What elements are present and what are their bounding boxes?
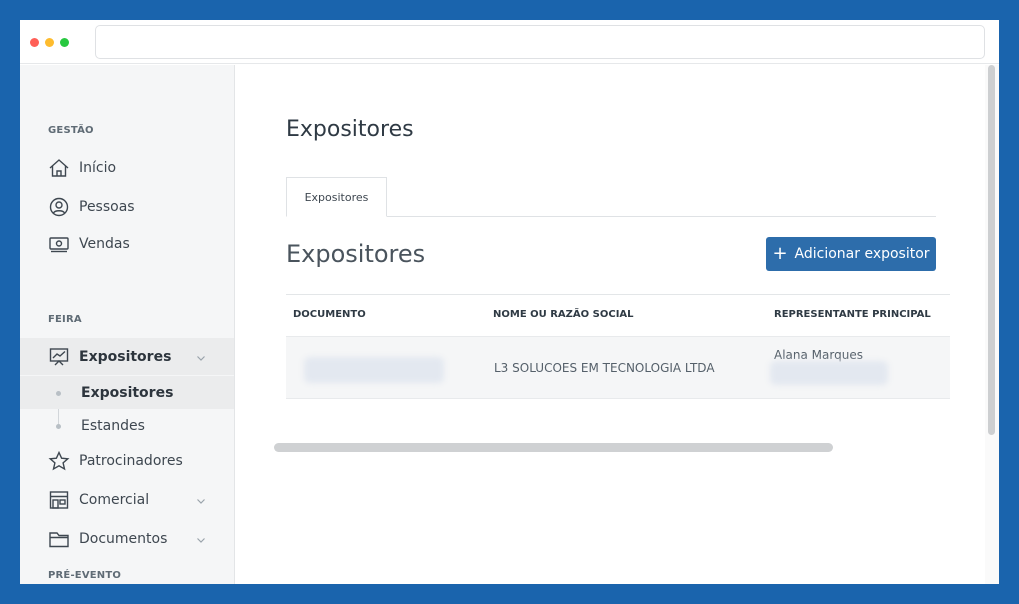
home-icon xyxy=(48,157,70,179)
sidebar-subitem-label: Expositores xyxy=(81,384,174,401)
address-bar[interactable] xyxy=(95,25,985,59)
chevron-down-icon xyxy=(196,351,206,361)
main-content: Expositores Expositores Expositores + Ad… xyxy=(236,65,999,584)
table-row[interactable]: L3 SOLUCOES EM TECNOLOGIA LTDA Alana Mar… xyxy=(286,336,950,399)
star-icon xyxy=(48,450,70,472)
user-circle-icon xyxy=(48,196,70,218)
sidebar-item-pessoas[interactable]: Pessoas xyxy=(20,191,234,223)
sidebar-item-label: Comercial xyxy=(79,492,150,508)
sidebar-item-label: Patrocinadores xyxy=(79,453,183,469)
column-header-nome[interactable]: NOME OU RAZÃO SOCIAL xyxy=(493,309,634,320)
minimize-window-button[interactable] xyxy=(45,38,54,47)
section-label-gestao: GESTÃO xyxy=(48,125,94,136)
section-label-pre-evento: PRÉ-EVENTO xyxy=(48,570,122,581)
horizontal-scrollbar[interactable] xyxy=(274,443,833,452)
cell-nome: L3 SOLUCOES EM TECNOLOGIA LTDA xyxy=(494,361,715,375)
presentation-chart-icon xyxy=(48,346,70,368)
sidebar-item-comercial[interactable]: Comercial xyxy=(20,484,234,516)
browser-window: GESTÃO Início Pessoas Vendas FEIRA Expos xyxy=(20,20,999,584)
sidebar: GESTÃO Início Pessoas Vendas FEIRA Expos xyxy=(20,65,235,584)
chevron-down-icon xyxy=(196,494,206,504)
money-icon xyxy=(48,233,70,255)
redacted-documento xyxy=(304,357,444,383)
page-title: Expositores xyxy=(286,117,414,142)
sidebar-item-label: Pessoas xyxy=(79,199,135,215)
add-expositor-label: Adicionar expositor xyxy=(794,246,930,262)
plus-icon: + xyxy=(772,243,788,264)
sidebar-item-expositores[interactable]: Expositores xyxy=(20,338,234,375)
column-header-documento[interactable]: DOCUMENTO xyxy=(293,309,366,320)
section-title: Expositores xyxy=(286,240,426,268)
sidebar-item-inicio[interactable]: Início xyxy=(20,152,234,184)
close-window-button[interactable] xyxy=(30,38,39,47)
section-label-feira: FEIRA xyxy=(48,314,82,325)
sidebar-item-label: Início xyxy=(79,160,117,176)
folder-icon xyxy=(48,528,70,550)
sidebar-item-patrocinadores[interactable]: Patrocinadores xyxy=(20,445,234,477)
sidebar-subitem-label: Estandes xyxy=(81,417,145,434)
bullet-icon xyxy=(56,423,61,429)
chevron-down-icon xyxy=(196,533,206,543)
browser-titlebar xyxy=(20,20,999,64)
add-expositor-button[interactable]: + Adicionar expositor xyxy=(766,237,936,271)
sidebar-item-vendas[interactable]: Vendas xyxy=(20,228,234,260)
store-icon xyxy=(48,489,70,511)
sidebar-subitem-estandes[interactable]: Estandes xyxy=(20,409,234,442)
table-header: DOCUMENTO NOME OU RAZÃO SOCIAL REPRESENT… xyxy=(286,294,950,336)
sidebar-item-label: Vendas xyxy=(79,236,130,252)
column-header-representante[interactable]: REPRESENTANTE PRINCIPAL xyxy=(774,309,931,320)
cell-representante: Alana Marques xyxy=(774,348,863,362)
sidebar-item-documentos[interactable]: Documentos xyxy=(20,523,234,555)
vertical-scrollbar[interactable] xyxy=(988,65,995,435)
sidebar-subitem-expositores[interactable]: Expositores xyxy=(20,376,234,409)
redacted-representante-detail xyxy=(770,361,888,385)
sidebar-item-label: Documentos xyxy=(79,531,168,547)
tab-expositores[interactable]: Expositores xyxy=(286,177,387,217)
maximize-window-button[interactable] xyxy=(60,38,69,47)
bullet-icon xyxy=(56,390,61,396)
sidebar-item-label: Expositores xyxy=(79,348,172,365)
